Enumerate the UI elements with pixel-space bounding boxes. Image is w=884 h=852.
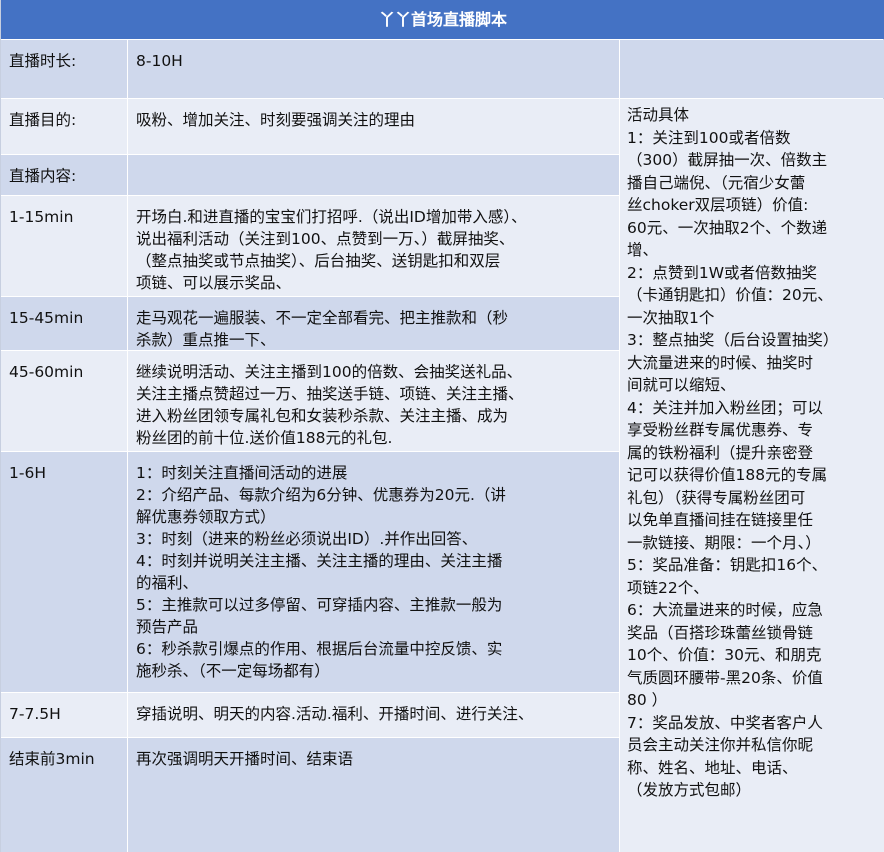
row-content-content	[127, 155, 619, 195]
row-content-7-7-5h: 穿插说明、明天的内容.活动.福利、开播时间、进行关注、	[127, 693, 619, 737]
row-label-1-15min: 1-15min	[1, 196, 127, 296]
row-label-ending: 结束前3min	[1, 738, 127, 852]
row-label-7-7-5h: 7-7.5H	[1, 693, 127, 737]
row-label-goal: 直播目的:	[1, 99, 127, 154]
row-content-45-60min: 继续说明活动、关注主播到100的倍数、会抽奖送礼品、 关注主播点赞超过一万、抽奖…	[127, 351, 619, 451]
row-content-1-15min: 开场白.和进直播的宝宝们打招呼.（说出ID增加带入感）、 说出福利活动（关注到1…	[127, 196, 619, 296]
row-label-content: 直播内容:	[1, 155, 127, 195]
row-content-15-45min: 走马观花一遍服装、不一定全部看完、把主推款和（秒 杀款）重点推一下、	[127, 297, 619, 350]
row-label-1-6h: 1-6H	[1, 452, 127, 692]
row-label-15-45min: 15-45min	[1, 297, 127, 350]
row-content-goal: 吸粉、增加关注、时刻要强调关注的理由	[127, 99, 619, 154]
side-header-cell	[619, 40, 884, 98]
row-label-duration: 直播时长:	[1, 40, 127, 98]
activity-details-text: 活动具体 1：关注到100或者倍数 （300）截屏抽一次、倍数主 播自己端倪、（…	[627, 106, 839, 799]
row-content-duration: 8-10H	[127, 40, 619, 98]
row-content-ending: 再次强调明天开播时间、结束语	[127, 738, 619, 852]
row-content-1-6h: 1：时刻关注直播间活动的进展 2：介绍产品、每款介绍为6分钟、优惠券为20元.（…	[127, 452, 619, 692]
script-table: 丫丫首场直播脚本 直播时长: 8-10H 直播目的: 吸粉、增加关注、时刻要强调…	[0, 0, 884, 852]
row-label-45-60min: 45-60min	[1, 351, 127, 451]
table-title: 丫丫首场直播脚本	[1, 0, 884, 39]
